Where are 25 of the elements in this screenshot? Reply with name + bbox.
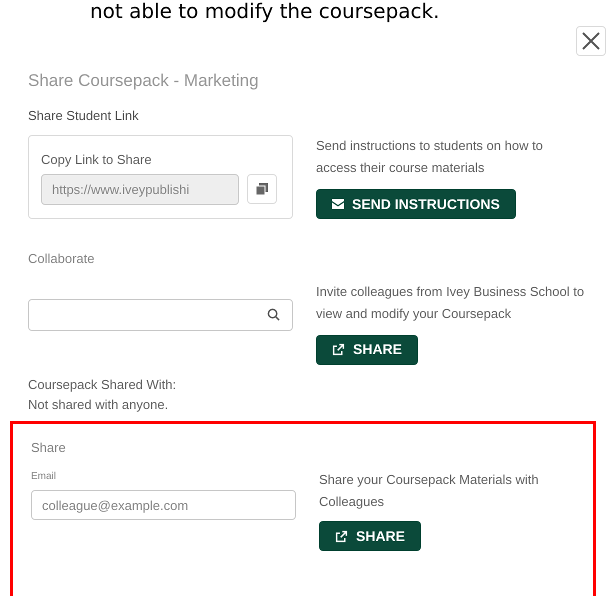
email-field[interactable]: colleague@example.com [31,490,296,520]
field-label: Email [31,470,58,484]
description-text: Share your Coursepack Materials with Colleagues [319,471,540,511]
close-icon [581,31,601,51]
copy-icon [256,183,268,195]
shared-with-label: Coursepack Shared With: [28,376,178,394]
close-button[interactable] [576,26,606,56]
copy-button[interactable] [247,174,277,204]
dialog-title: Share Coursepack - Marketing [28,70,260,92]
share-button[interactable]: SHARE [316,334,418,364]
search-icon [267,308,280,321]
share-icon [332,343,345,356]
shared-with-value: Not shared with anyone. [28,396,170,414]
section-heading: Share [31,438,67,456]
search-field[interactable] [28,298,293,330]
share-button[interactable]: SEND INSTRUCTIONS [316,189,516,219]
section-heading: Share Student Link [28,106,140,124]
share-button[interactable]: SHARE [319,521,422,551]
document-text: not able to modify the coursepack. [89,0,440,22]
section-heading: Collaborate [28,250,96,268]
share-icon [335,530,348,542]
field-label: Copy Link to Share [41,151,153,169]
description-text: Send instructions to students on how to access their course materials [316,137,544,177]
envelope-icon [332,199,344,209]
description-text: Invite colleagues from Ivey Business School to view and modify your Coursepack [316,282,586,323]
